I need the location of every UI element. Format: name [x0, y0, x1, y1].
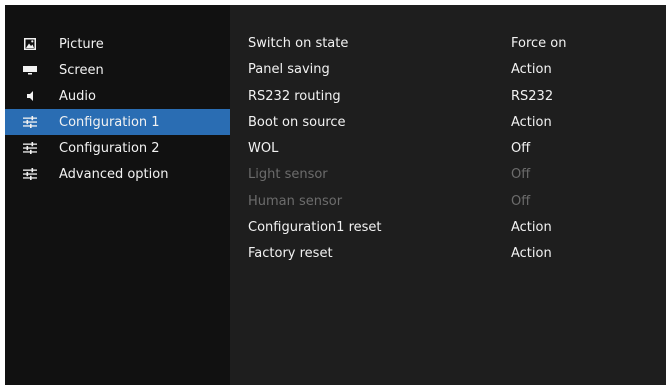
setting-label: Light sensor: [248, 167, 328, 183]
sidebar-item-configuration-1[interactable]: Configuration 1: [5, 109, 230, 135]
sliders-icon: [23, 167, 37, 181]
sidebar-item-label: Picture: [59, 36, 104, 52]
sidebar-item-label: Screen: [59, 62, 104, 78]
setting-label: Panel saving: [248, 62, 330, 78]
setting-value[interactable]: Action: [511, 62, 552, 77]
sliders-icon: [23, 141, 37, 155]
setting-boot-on-source[interactable]: Boot on source Action: [230, 110, 666, 136]
setting-value[interactable]: Off: [511, 141, 530, 156]
speaker-icon: [23, 89, 37, 103]
sidebar-item-label: Configuration 1: [59, 114, 160, 130]
setting-value[interactable]: Action: [511, 246, 552, 261]
screen-icon: [23, 63, 37, 77]
setting-label: WOL: [248, 141, 279, 157]
setting-label: Boot on source: [248, 114, 346, 130]
setting-value[interactable]: Action: [511, 115, 552, 130]
sidebar-item-picture[interactable]: Picture: [5, 31, 230, 57]
setting-value[interactable]: Force on: [511, 36, 567, 51]
setting-panel-saving[interactable]: Panel saving Action: [230, 57, 666, 83]
settings-panel: Switch on state Force on Panel saving Ac…: [230, 5, 666, 385]
setting-switch-on-state[interactable]: Switch on state Force on: [230, 31, 666, 57]
setting-value[interactable]: Action: [511, 220, 552, 235]
sidebar-item-label: Advanced option: [59, 166, 169, 182]
setting-label: Configuration1 reset: [248, 220, 382, 236]
sidebar-item-advanced-option[interactable]: Advanced option: [5, 161, 230, 187]
setting-label: Human sensor: [248, 193, 343, 209]
sidebar-item-configuration-2[interactable]: Configuration 2: [5, 135, 230, 161]
osd-menu: Picture Screen Audio Configuration 1 Con…: [5, 5, 666, 385]
sidebar-item-label: Audio: [59, 88, 96, 104]
setting-value: Off: [511, 193, 531, 209]
setting-wol[interactable]: WOL Off: [230, 136, 666, 162]
setting-value[interactable]: RS232: [511, 89, 553, 104]
setting-human-sensor: Human sensor Off: [230, 189, 666, 215]
sidebar-menu: Picture Screen Audio Configuration 1 Con…: [5, 31, 230, 187]
sliders-icon: [23, 115, 37, 129]
setting-value: Off: [511, 167, 531, 183]
sidebar-item-screen[interactable]: Screen: [5, 57, 230, 83]
setting-configuration1-reset[interactable]: Configuration1 reset Action: [230, 215, 666, 241]
setting-label: RS232 routing: [248, 88, 341, 104]
sidebar-item-audio[interactable]: Audio: [5, 83, 230, 109]
setting-rs232-routing[interactable]: RS232 routing RS232: [230, 84, 666, 110]
setting-label: Factory reset: [248, 246, 333, 262]
picture-icon: [23, 37, 37, 51]
settings-list: Switch on state Force on Panel saving Ac…: [230, 31, 666, 268]
setting-light-sensor: Light sensor Off: [230, 162, 666, 188]
sidebar-item-label: Configuration 2: [59, 140, 160, 156]
setting-factory-reset[interactable]: Factory reset Action: [230, 241, 666, 267]
setting-label: Switch on state: [248, 36, 349, 51]
sidebar: Picture Screen Audio Configuration 1 Con…: [5, 5, 230, 385]
